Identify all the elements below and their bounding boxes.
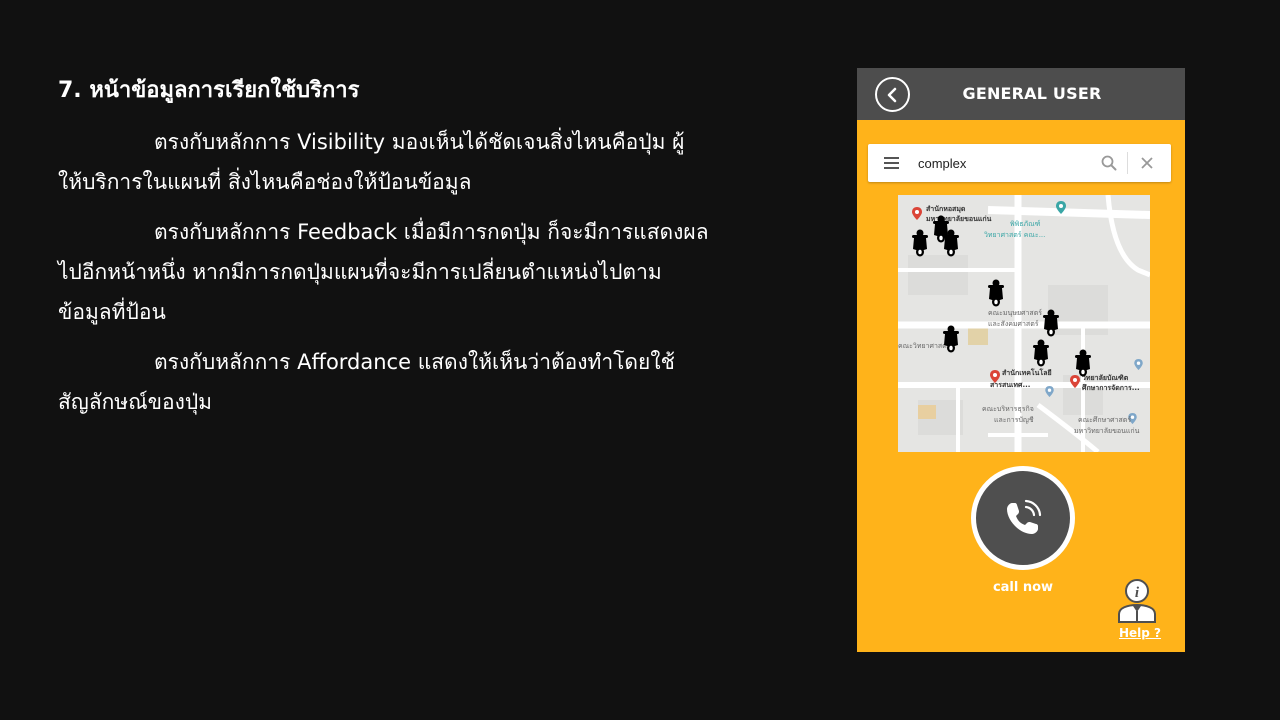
paragraph-line: ตรงกับหลักการ Visibility มองเห็นได้ชัดเจ… xyxy=(154,130,685,154)
paragraph-line: ข้อมูลที่ป้อน xyxy=(58,300,166,324)
map-pin-icon[interactable] xyxy=(1045,386,1054,397)
chevron-left-icon xyxy=(887,87,896,102)
map-label: และการบัญชี xyxy=(994,416,1034,424)
help-person-icon[interactable]: i xyxy=(1116,578,1158,624)
paragraph-affordance: ตรงกับหลักการ Affordance แสดงให้เห็นว่าต… xyxy=(58,342,818,422)
map-label: คณะศึกษาศาสตร์ xyxy=(1078,416,1132,424)
map-label: คณะมนุษยศาสตร์ xyxy=(988,309,1043,317)
scooter-icon[interactable] xyxy=(986,279,1006,307)
paragraph-line: ให้บริการในแผนที่ สิ่งไหนคือช่องให้ป้อนข… xyxy=(58,170,472,194)
map-pin-icon[interactable] xyxy=(1134,359,1143,370)
map-pin-icon[interactable] xyxy=(912,207,922,220)
map-label: สำนักเทคโนโลยี xyxy=(1002,369,1052,377)
search-bar xyxy=(868,144,1171,182)
search-icon[interactable] xyxy=(1100,154,1118,172)
call-now-button[interactable] xyxy=(971,466,1075,570)
map-pin-icon[interactable] xyxy=(1056,201,1066,214)
paragraph-feedback: ตรงกับหลักการ Feedback เมื่อมีการกดปุ่ม … xyxy=(58,212,818,332)
map-label: วิทยาศาสตร์ คณะ... xyxy=(984,231,1046,239)
search-divider xyxy=(1127,152,1128,174)
app-screen: GENERAL USER complex สำนักหอสมุด มหาวิทย… xyxy=(857,68,1185,652)
scooter-icon[interactable] xyxy=(1041,309,1061,337)
search-input[interactable] xyxy=(918,151,1088,175)
app-header: GENERAL USER xyxy=(857,68,1185,120)
map-label: ศึกษาการจัดการ... xyxy=(1082,384,1140,392)
scooter-icon[interactable] xyxy=(1073,349,1093,377)
map-label: คณะบริหารธุรกิจ xyxy=(982,405,1034,413)
close-icon[interactable] xyxy=(1138,154,1156,172)
map-label: และสังคมศาสตร์ xyxy=(988,320,1039,328)
map-label: มหาวิทยาลัยขอนแก่น xyxy=(1074,427,1140,435)
map-label: พิพิธภัณฑ์ xyxy=(1010,220,1041,228)
scooter-icon[interactable] xyxy=(941,325,961,353)
slide-text: 7. หน้าข้อมูลการเรียกใช้บริการ ตรงกับหลั… xyxy=(58,74,818,432)
help-link[interactable]: Help ? xyxy=(1115,626,1165,640)
map-label: สำนักหอสมุด xyxy=(926,205,966,213)
paragraph-line: ไปอีกหน้าหนึ่ง หากมีการกดปุ่มแผนที่จะมีก… xyxy=(58,260,662,284)
back-button[interactable] xyxy=(875,77,910,112)
menu-icon[interactable] xyxy=(884,157,899,169)
scooter-icon[interactable] xyxy=(910,229,930,257)
paragraph-line: ตรงกับหลักการ Affordance แสดงให้เห็นว่าต… xyxy=(154,350,675,374)
slide-title: 7. หน้าข้อมูลการเรียกใช้บริการ xyxy=(58,78,360,103)
scooter-icon[interactable] xyxy=(941,229,961,257)
paragraph-line: ตรงกับหลักการ Feedback เมื่อมีการกดปุ่ม … xyxy=(154,220,709,244)
phone-call-icon xyxy=(1007,499,1042,534)
paragraph-visibility: ตรงกับหลักการ Visibility มองเห็นได้ชัดเจ… xyxy=(58,122,818,202)
scooter-icon[interactable] xyxy=(1031,339,1051,367)
map-view[interactable]: สำนักหอสมุด มหาวิทยาลัยขอนแก่น พิพิธภัณฑ… xyxy=(898,195,1150,452)
map-label: สารสนเทศ... xyxy=(990,381,1031,389)
header-title: GENERAL USER xyxy=(962,84,1102,103)
call-now-label[interactable]: call now xyxy=(973,580,1073,595)
paragraph-line: สัญลักษณ์ของปุ่ม xyxy=(58,390,213,414)
